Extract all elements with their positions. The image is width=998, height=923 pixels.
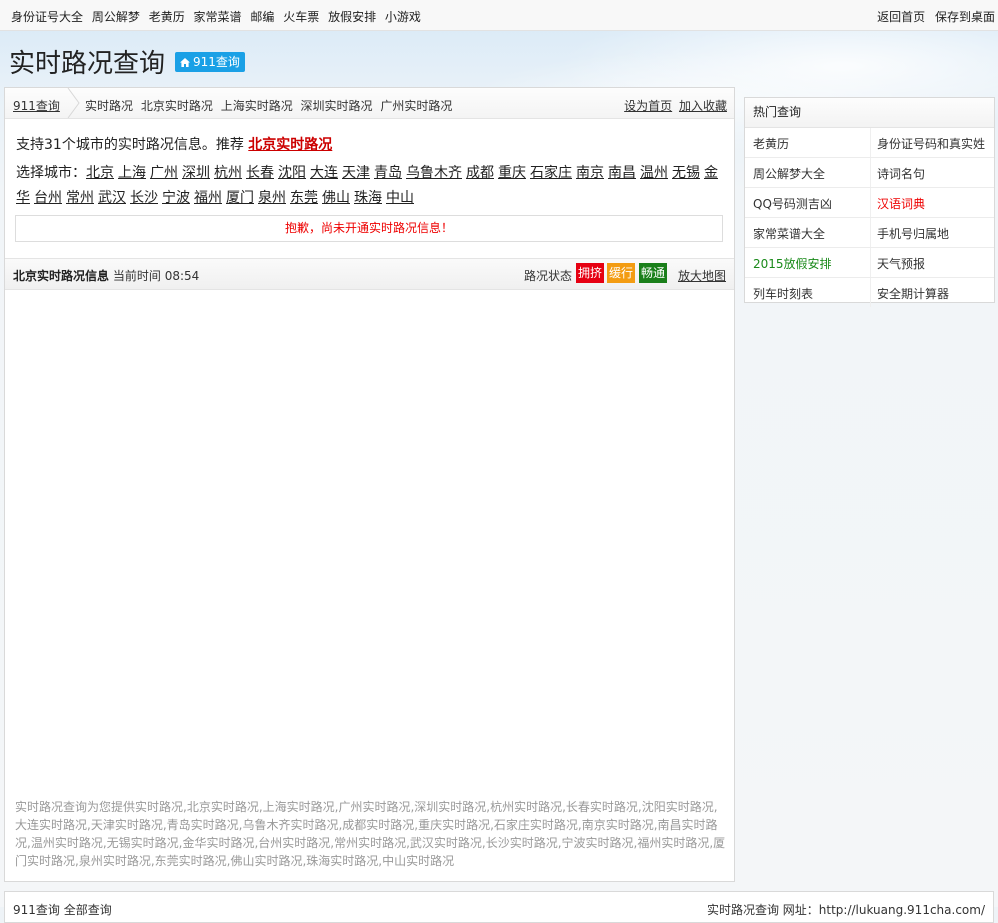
breadcrumb-link[interactable]: 上海实时路况 [221,99,293,113]
city-link[interactable]: 宁波 [162,190,190,206]
status-slow-badge: 缓行 [607,263,636,283]
sidebar-heading: 热门查询 [745,98,994,128]
city-link[interactable]: 南京 [576,165,604,181]
city-selector-label: 选择城市： [16,165,86,181]
city-link[interactable]: 沈阳 [278,165,306,181]
traffic-info-bar: 北京实时路况信息 当前时间 08:54 路况状态 拥挤 缓行 畅通 放大地图 [5,258,734,290]
intro-text: 支持31个城市的实时路况信息。推荐 北京实时路况 [16,134,332,154]
sidebar-row: 列车时刻表 安全期计算器 [745,278,994,307]
breadcrumb-link[interactable]: 广州实时路况 [380,99,452,113]
save-desktop-link[interactable]: 保存到桌面 [935,10,995,24]
city-link[interactable]: 长沙 [130,190,158,206]
set-homepage-link[interactable]: 设为首页 [624,99,672,113]
city-link[interactable]: 台州 [34,190,62,206]
city-link[interactable]: 福州 [194,190,222,206]
city-link[interactable]: 广州 [150,165,178,181]
top-link-dream[interactable]: 周公解梦 [92,10,140,24]
city-link[interactable]: 重庆 [498,165,526,181]
city-link[interactable]: 南昌 [608,165,636,181]
home-icon [180,58,190,67]
city-link[interactable]: 东莞 [290,190,318,206]
status-label: 路况状态 [524,269,573,283]
city-link[interactable]: 珠海 [354,190,382,206]
city-link[interactable]: 厦门 [226,190,254,206]
top-link-holiday[interactable]: 放假安排 [328,10,376,24]
city-link[interactable]: 泉州 [258,190,286,206]
traffic-info-title: 北京实时路况信息 [13,269,110,283]
top-nav-bar: 身份证号大全 周公解梦 老黄历 家常菜谱 邮编 火车票 放假安排 小游戏 返回首… [0,0,998,31]
sidebar-row: QQ号码测吉凶 汉语词典 [745,188,994,218]
notice-message: 抱歉，尚未开通实时路况信息！ [15,215,723,242]
sidebar-link[interactable]: 家常菜谱大全 [753,225,825,242]
back-home-link[interactable]: 返回首页 [877,10,925,24]
top-link-almanac[interactable]: 老黄历 [149,10,185,24]
site-badge[interactable]: 911查询 [175,52,245,72]
sidebar-row: 周公解梦大全 诗词名句 [745,158,994,188]
city-link[interactable]: 石家庄 [530,165,572,181]
city-link[interactable]: 武汉 [98,190,126,206]
top-link-train[interactable]: 火车票 [283,10,319,24]
sidebar-hot-queries: 热门查询 老黄历 身份证号码和真实姓 周公解梦大全 诗词名句 QQ号码测吉凶 汉语词典… [744,97,995,307]
seo-description: 实时路况查询为您提供实时路况,北京实时路况,上海实时路况,广州实时路况,深圳实时… [15,800,726,868]
city-link[interactable]: 大连 [310,165,338,181]
status-congested-badge: 拥挤 [576,263,605,283]
sidebar-link[interactable]: 手机号归属地 [877,225,949,242]
sidebar-link[interactable]: 周公解梦大全 [753,165,825,182]
city-link[interactable]: 上海 [118,165,146,181]
city-link[interactable]: 常州 [66,190,94,206]
sidebar-link[interactable]: 汉语词典 [877,195,925,212]
status-clear-badge: 畅通 [639,263,668,283]
sidebar-link[interactable]: 身份证号码和真实姓 [877,135,985,152]
breadcrumb-link[interactable]: 北京实时路况 [141,99,213,113]
breadcrumb-links: 实时路况 北京实时路况 上海实时路况 深圳实时路况 广州实时路况 [85,97,456,114]
city-link[interactable]: 成都 [466,165,494,181]
city-link[interactable]: 天津 [342,165,370,181]
intro-label: 支持31个城市的实时路况信息。推荐 [16,137,244,153]
sidebar-link[interactable]: 2015放假安排 [753,255,832,272]
city-link[interactable]: 无锡 [672,165,700,181]
bottom-site-url[interactable]: 实时路况查询 网址：http://lukuang.911cha.com/ [707,901,985,918]
breadcrumb-link[interactable]: 深圳实时路况 [301,99,373,113]
breadcrumb-home-link[interactable]: 911查询 [13,97,60,114]
city-link[interactable]: 乌鲁木齐 [406,165,462,181]
sidebar-row: 老黄历 身份证号码和真实姓 [745,128,994,158]
sidebar-link[interactable]: 安全期计算器 [877,285,949,302]
breadcrumb-link[interactable]: 实时路况 [85,99,133,113]
sidebar-row: 2015放假安排 天气预报 [745,248,994,278]
bottom-bar: 911查询 全部查询 实时路况查询 网址：http://lukuang.911c… [4,891,994,923]
top-link-postcode[interactable]: 邮编 [250,10,274,24]
top-link-id-card[interactable]: 身份证号大全 [11,10,83,24]
bottom-left-links[interactable]: 911查询 全部查询 [13,901,112,918]
current-time: 08:54 [164,269,200,283]
sidebar-link[interactable]: 列车时刻表 [753,285,813,302]
sidebar-link[interactable]: QQ号码测吉凶 [753,195,832,212]
add-favorite-link[interactable]: 加入收藏 [679,99,727,113]
city-link[interactable]: 深圳 [182,165,210,181]
sidebar-link[interactable]: 天气预报 [877,255,925,272]
top-link-games[interactable]: 小游戏 [385,10,421,24]
main-panel: 911查询 实时路况 北京实时路况 上海实时路况 深圳实时路况 广州实时路况 设… [4,87,735,882]
site-badge-label: 911查询 [193,55,240,69]
sidebar-link[interactable]: 诗词名句 [877,165,925,182]
enlarge-map-link[interactable]: 放大地图 [678,267,726,284]
recommend-link[interactable]: 北京实时路况 [248,137,332,153]
top-nav-right: 返回首页 保存到桌面 [871,8,995,25]
city-link[interactable]: 佛山 [322,190,350,206]
sidebar-link[interactable]: 老黄历 [753,135,789,152]
top-link-recipes[interactable]: 家常菜谱 [194,10,242,24]
city-link[interactable]: 长春 [246,165,274,181]
page-title: 实时路况查询 [9,49,166,79]
city-selector: 选择城市：北京 上海 广州 深圳 杭州 长春 沈阳 大连 天津 青岛 乌鲁木齐 成都 重庆 石家庄 南京 南昌… [16,161,722,211]
breadcrumb: 911查询 实时路况 北京实时路况 上海实时路况 深圳实时路况 广州实时路况 设… [5,88,734,119]
sidebar-row: 家常菜谱大全 手机号归属地 [745,218,994,248]
city-link[interactable]: 北京 [86,165,114,181]
breadcrumb-separator-icon [67,88,80,118]
time-label: 当前时间 [112,269,161,283]
city-link[interactable]: 杭州 [214,165,242,181]
city-link[interactable]: 温州 [640,165,668,181]
top-nav-left: 身份证号大全 周公解梦 老黄历 家常菜谱 邮编 火车票 放假安排 小游戏 [11,8,426,25]
city-link[interactable]: 中山 [386,190,414,206]
city-link[interactable]: 青岛 [374,165,402,181]
